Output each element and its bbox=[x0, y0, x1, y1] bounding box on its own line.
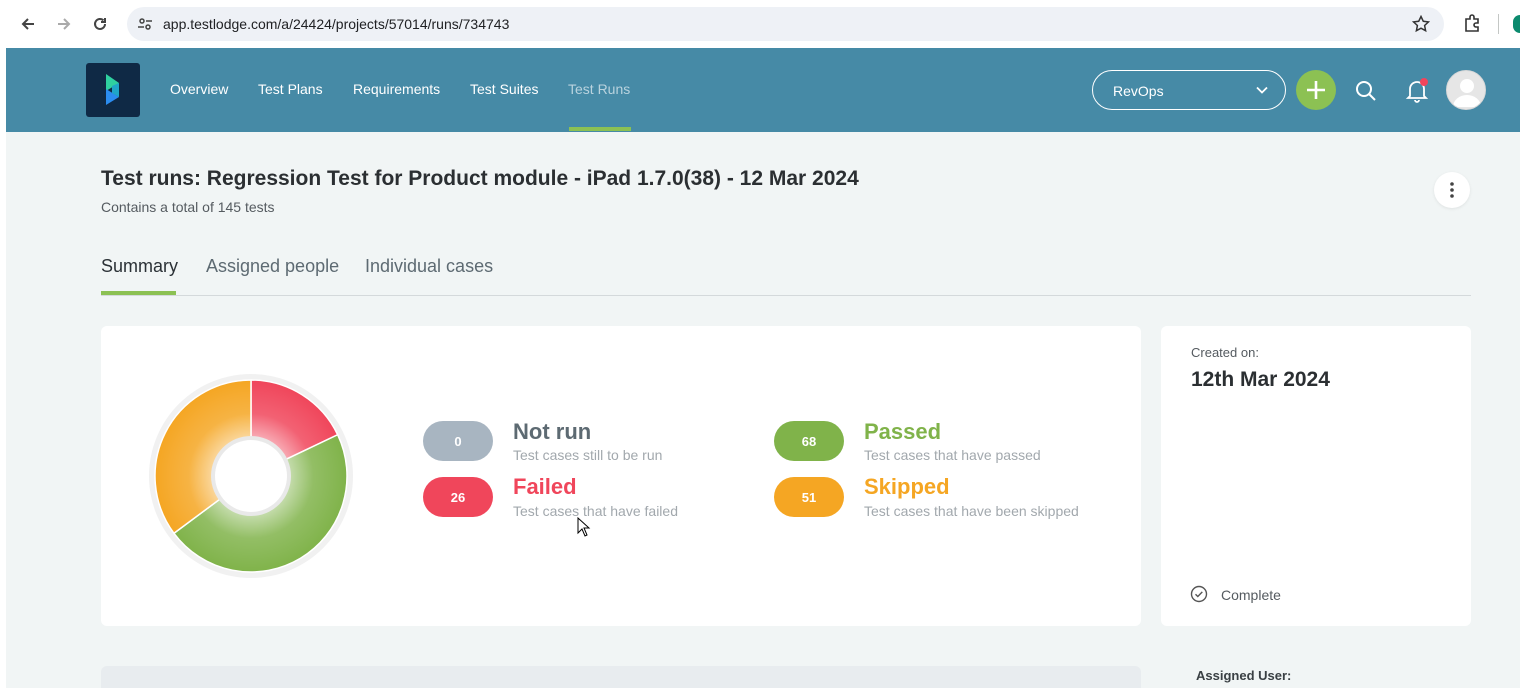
plus-icon bbox=[1307, 81, 1325, 99]
tab-active-indicator bbox=[101, 291, 176, 295]
nav-test-plans[interactable]: Test Plans bbox=[258, 81, 323, 97]
passed-label: Passed bbox=[864, 419, 942, 444]
failed-count-badge: 26 bbox=[423, 477, 493, 517]
project-selector[interactable]: RevOps bbox=[1092, 70, 1286, 110]
more-options-button[interactable] bbox=[1434, 172, 1470, 208]
page-title: Test runs: Regression Test for Product m… bbox=[101, 167, 859, 190]
not-run-description: Test cases still to be run bbox=[513, 447, 663, 463]
test-results-panel bbox=[101, 666, 1141, 688]
site-info-icon[interactable] bbox=[137, 16, 153, 32]
nav-requirements[interactable]: Requirements bbox=[353, 81, 440, 97]
results-donut-chart bbox=[149, 374, 353, 578]
more-vertical-icon bbox=[1450, 182, 1454, 198]
tab-divider bbox=[101, 295, 1471, 296]
window-edge bbox=[0, 48, 6, 688]
run-details-card: Created on: 12th Mar 2024 Complete bbox=[1161, 326, 1471, 626]
extensions-icon[interactable] bbox=[1462, 13, 1482, 33]
testlodge-logo-icon[interactable] bbox=[86, 63, 140, 117]
page-subtitle: Contains a total of 145 tests bbox=[101, 199, 275, 215]
project-selector-label: RevOps bbox=[1113, 83, 1164, 99]
not-run-label: Not run bbox=[513, 419, 592, 444]
donut-hole bbox=[215, 440, 287, 512]
nav-active-indicator bbox=[569, 127, 631, 131]
url-text: app.testlodge.com/a/24424/projects/57014… bbox=[163, 16, 510, 32]
bookmark-star-icon[interactable] bbox=[1412, 15, 1430, 33]
failed-description: Test cases that have failed bbox=[513, 503, 678, 519]
skipped-count-badge: 51 bbox=[774, 477, 844, 517]
add-button[interactable] bbox=[1296, 70, 1336, 110]
address-bar[interactable]: app.testlodge.com/a/24424/projects/57014… bbox=[127, 7, 1444, 41]
tab-summary[interactable]: Summary bbox=[101, 256, 178, 277]
check-circle-icon bbox=[1190, 585, 1208, 603]
user-avatar[interactable] bbox=[1446, 70, 1486, 110]
passed-description: Test cases that have passed bbox=[864, 447, 1041, 463]
app-header: Overview Test Plans Requirements Test Su… bbox=[6, 48, 1520, 132]
nav-test-suites[interactable]: Test Suites bbox=[470, 81, 538, 97]
toolbar-divider bbox=[1498, 14, 1499, 34]
nav-overview[interactable]: Overview bbox=[170, 81, 228, 97]
status-label: Complete bbox=[1221, 587, 1281, 603]
user-icon bbox=[1453, 79, 1481, 107]
chevron-down-icon bbox=[1256, 86, 1268, 94]
not-run-count-badge: 0 bbox=[423, 421, 493, 461]
tab-individual-cases[interactable]: Individual cases bbox=[365, 256, 493, 277]
search-icon[interactable] bbox=[1354, 79, 1378, 103]
reload-icon[interactable] bbox=[88, 12, 112, 36]
browser-profile-icon[interactable] bbox=[1513, 15, 1520, 33]
skipped-description: Test cases that have been skipped bbox=[864, 503, 1079, 519]
tab-assigned-people[interactable]: Assigned people bbox=[206, 256, 339, 277]
back-icon[interactable] bbox=[16, 12, 40, 36]
skipped-label: Skipped bbox=[864, 474, 950, 499]
browser-toolbar: app.testlodge.com/a/24424/projects/57014… bbox=[0, 0, 1520, 48]
created-on-label: Created on: bbox=[1191, 345, 1259, 360]
created-on-value: 12th Mar 2024 bbox=[1191, 368, 1330, 391]
notification-badge bbox=[1420, 78, 1428, 86]
passed-count-badge: 68 bbox=[774, 421, 844, 461]
mouse-cursor-icon bbox=[577, 517, 591, 537]
assigned-user-label: Assigned User: bbox=[1196, 668, 1292, 683]
nav-test-runs[interactable]: Test Runs bbox=[568, 81, 630, 97]
failed-label: Failed bbox=[513, 474, 577, 499]
forward-icon[interactable] bbox=[52, 12, 76, 36]
